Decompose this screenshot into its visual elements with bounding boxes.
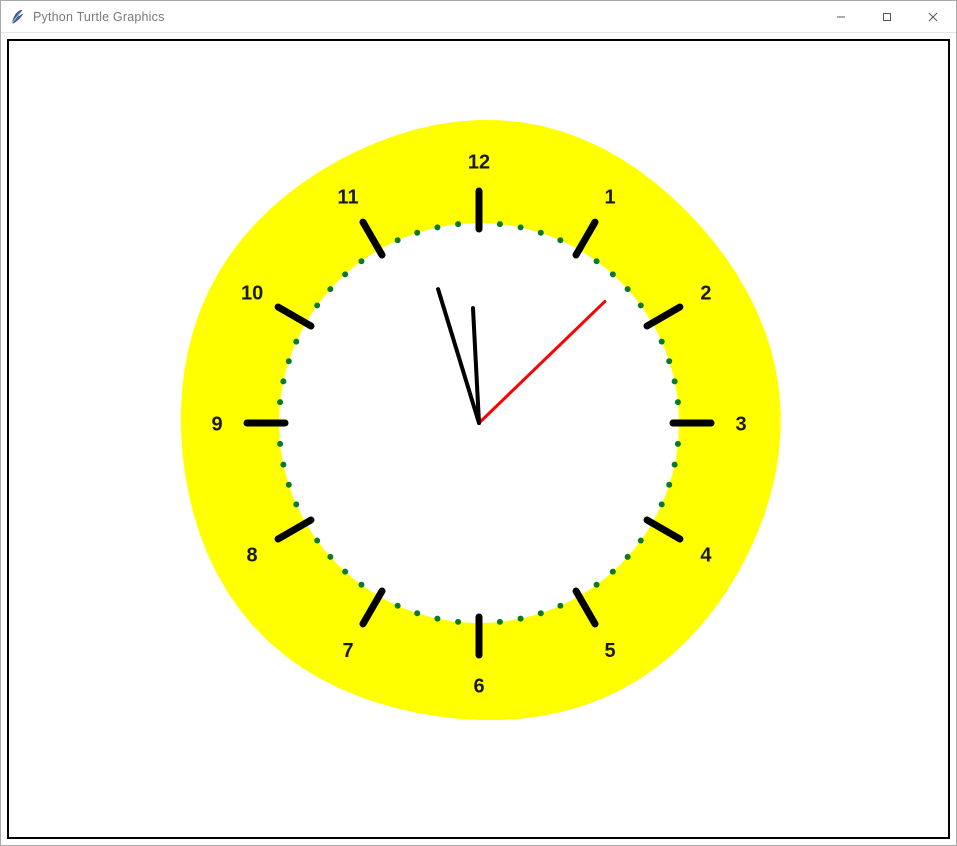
minute-dot — [537, 230, 543, 236]
minute-dot — [414, 610, 420, 616]
close-button[interactable] — [910, 1, 956, 32]
titlebar: Python Turtle Graphics — [1, 1, 956, 33]
minute-dot — [666, 482, 672, 488]
minute-dot — [293, 501, 299, 507]
minute-dot — [674, 441, 680, 447]
minute-dot — [496, 619, 502, 625]
minute-dot — [496, 221, 502, 227]
clock-graphic: 121234567891011 — [159, 103, 799, 743]
minute-dot — [455, 221, 461, 227]
python-feather-icon — [9, 9, 25, 25]
minute-dot — [671, 462, 677, 468]
hour-number: 2 — [700, 282, 711, 304]
minute-dot — [434, 616, 440, 622]
hour-number: 7 — [342, 640, 353, 662]
hour-number: 9 — [211, 413, 222, 435]
hour-number: 11 — [337, 186, 358, 208]
window-controls — [818, 1, 956, 32]
minute-dot — [593, 258, 599, 264]
minute-dot — [537, 610, 543, 616]
minute-dot — [358, 258, 364, 264]
hour-number: 3 — [735, 413, 746, 435]
minute-dot — [624, 286, 630, 292]
minute-dot — [285, 482, 291, 488]
title-left: Python Turtle Graphics — [1, 9, 165, 25]
minute-dot — [517, 224, 523, 230]
minute-dot — [557, 603, 563, 609]
hour-number: 1 — [604, 186, 615, 208]
minute-dot — [517, 616, 523, 622]
hour-number: 6 — [473, 675, 484, 697]
turtle-canvas: 121234567891011 — [7, 39, 950, 839]
minute-dot — [314, 303, 320, 309]
hour-number: 4 — [700, 544, 712, 566]
minute-dot — [327, 286, 333, 292]
minute-dot — [394, 603, 400, 609]
minute-dot — [557, 237, 563, 243]
minute-dot — [293, 339, 299, 345]
window-title: Python Turtle Graphics — [33, 10, 165, 24]
minute-dot — [280, 462, 286, 468]
minute-dot — [277, 441, 283, 447]
minute-dot — [624, 554, 630, 560]
minute-dot — [285, 358, 291, 364]
minute-dot — [414, 230, 420, 236]
minute-dot — [455, 619, 461, 625]
minute-dot — [671, 378, 677, 384]
minute-dot — [277, 399, 283, 405]
minute-dot — [358, 582, 364, 588]
minute-dot — [314, 538, 320, 544]
minute-dot — [342, 569, 348, 575]
hour-number: 5 — [604, 640, 615, 662]
minute-dot — [342, 271, 348, 277]
minute-dot — [434, 224, 440, 230]
minute-dot — [609, 271, 615, 277]
maximize-button[interactable] — [864, 1, 910, 32]
minute-dot — [674, 399, 680, 405]
minute-dot — [394, 237, 400, 243]
minute-dot — [658, 339, 664, 345]
minute-dot — [280, 378, 286, 384]
app-window: Python Turtle Graphics 121234567891011 — [0, 0, 957, 846]
hour-number: 8 — [246, 544, 257, 566]
minimize-button[interactable] — [818, 1, 864, 32]
minute-dot — [609, 569, 615, 575]
minute-dot — [637, 538, 643, 544]
minute-dot — [327, 554, 333, 560]
minute-dot — [637, 303, 643, 309]
minute-dot — [593, 582, 599, 588]
hour-number: 12 — [467, 151, 489, 173]
minute-dot — [658, 501, 664, 507]
minute-dot — [666, 358, 672, 364]
canvas-wrap: 121234567891011 — [1, 33, 956, 845]
hour-number: 10 — [240, 282, 262, 304]
